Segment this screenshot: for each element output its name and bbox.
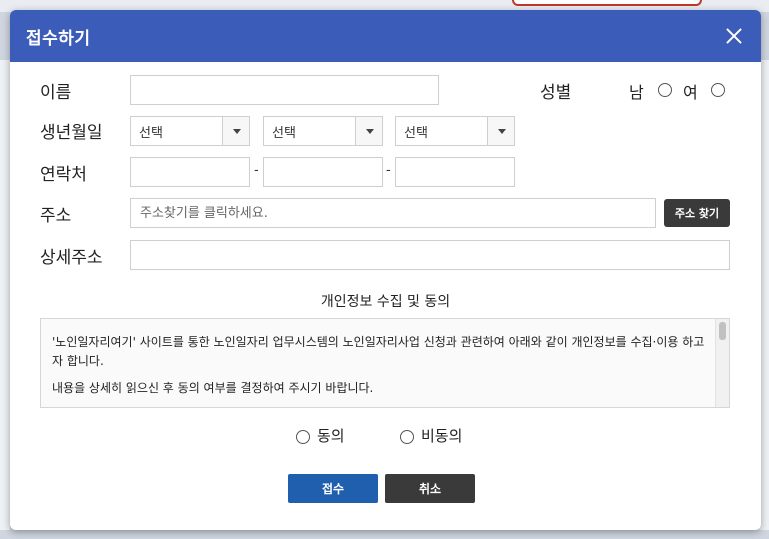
application-dialog: 접수하기 이름 성별 남 여 생년월일 선택 선택 선택 연락처 - - 주소 … xyxy=(10,10,761,530)
birth-day-select[interactable]: 선택 xyxy=(395,116,515,146)
contact-separator: - xyxy=(254,163,259,178)
privacy-terms-box[interactable]: '노인일자리여기' 사이트를 통한 노인일자리 업무시스템의 노인일자리사업 신… xyxy=(40,318,730,408)
birth-month-value: 선택 xyxy=(272,125,296,141)
chevron-down-icon xyxy=(487,117,514,145)
contact-label: 연락처 xyxy=(40,165,87,185)
gender-label: 성별 xyxy=(540,83,572,103)
disagree-radio[interactable] xyxy=(400,430,414,444)
contact-separator: - xyxy=(386,163,391,178)
background-page-left xyxy=(0,60,10,530)
dialog-header: 접수하기 xyxy=(10,10,761,62)
name-label: 이름 xyxy=(40,83,72,103)
background-element xyxy=(512,0,702,6)
birth-year-select[interactable]: 선택 xyxy=(130,116,250,146)
gender-male-label: 남 xyxy=(629,83,644,102)
detail-address-label: 상세주소 xyxy=(40,248,103,268)
scrollbar-thumb[interactable] xyxy=(719,322,726,340)
privacy-terms-text: '노인일자리여기' 사이트를 통한 노인일자리 업무시스템의 노인일자리사업 신… xyxy=(41,319,729,398)
gender-female-radio[interactable] xyxy=(711,83,725,97)
agree-label: 동의 xyxy=(317,427,345,445)
privacy-title: 개인정보 수집 및 동의 xyxy=(320,294,451,310)
detail-address-input[interactable] xyxy=(130,240,730,270)
gender-female-label: 여 xyxy=(683,83,698,102)
cancel-button[interactable]: 취소 xyxy=(385,474,475,503)
chevron-down-icon xyxy=(355,117,382,145)
submit-button[interactable]: 접수 xyxy=(288,474,378,503)
address-input[interactable] xyxy=(130,198,656,228)
dialog-title: 접수하기 xyxy=(26,28,91,49)
contact-part2-input[interactable] xyxy=(263,157,383,187)
gender-male-radio[interactable] xyxy=(658,83,672,97)
chevron-down-icon xyxy=(222,117,249,145)
agree-radio[interactable] xyxy=(296,430,310,444)
address-search-button[interactable]: 주소 찾기 xyxy=(664,199,730,227)
birth-month-select[interactable]: 선택 xyxy=(263,116,383,146)
contact-part3-input[interactable] xyxy=(395,157,515,187)
contact-part1-input[interactable] xyxy=(130,157,250,187)
birth-day-value: 선택 xyxy=(404,125,428,141)
privacy-paragraph: 내용을 상세히 읽으신 후 동의 여부를 결정하여 주시기 바랍니다. xyxy=(52,381,374,395)
birth-year-value: 선택 xyxy=(139,125,163,141)
birth-label: 생년월일 xyxy=(40,123,103,143)
close-icon[interactable] xyxy=(723,25,745,47)
name-input[interactable] xyxy=(130,75,439,105)
privacy-scrollbar[interactable] xyxy=(715,319,729,407)
address-label: 주소 xyxy=(40,206,72,226)
privacy-paragraph: '노인일자리여기' 사이트를 통한 노인일자리 업무시스템의 노인일자리사업 신… xyxy=(52,335,705,368)
disagree-label: 비동의 xyxy=(421,427,463,445)
